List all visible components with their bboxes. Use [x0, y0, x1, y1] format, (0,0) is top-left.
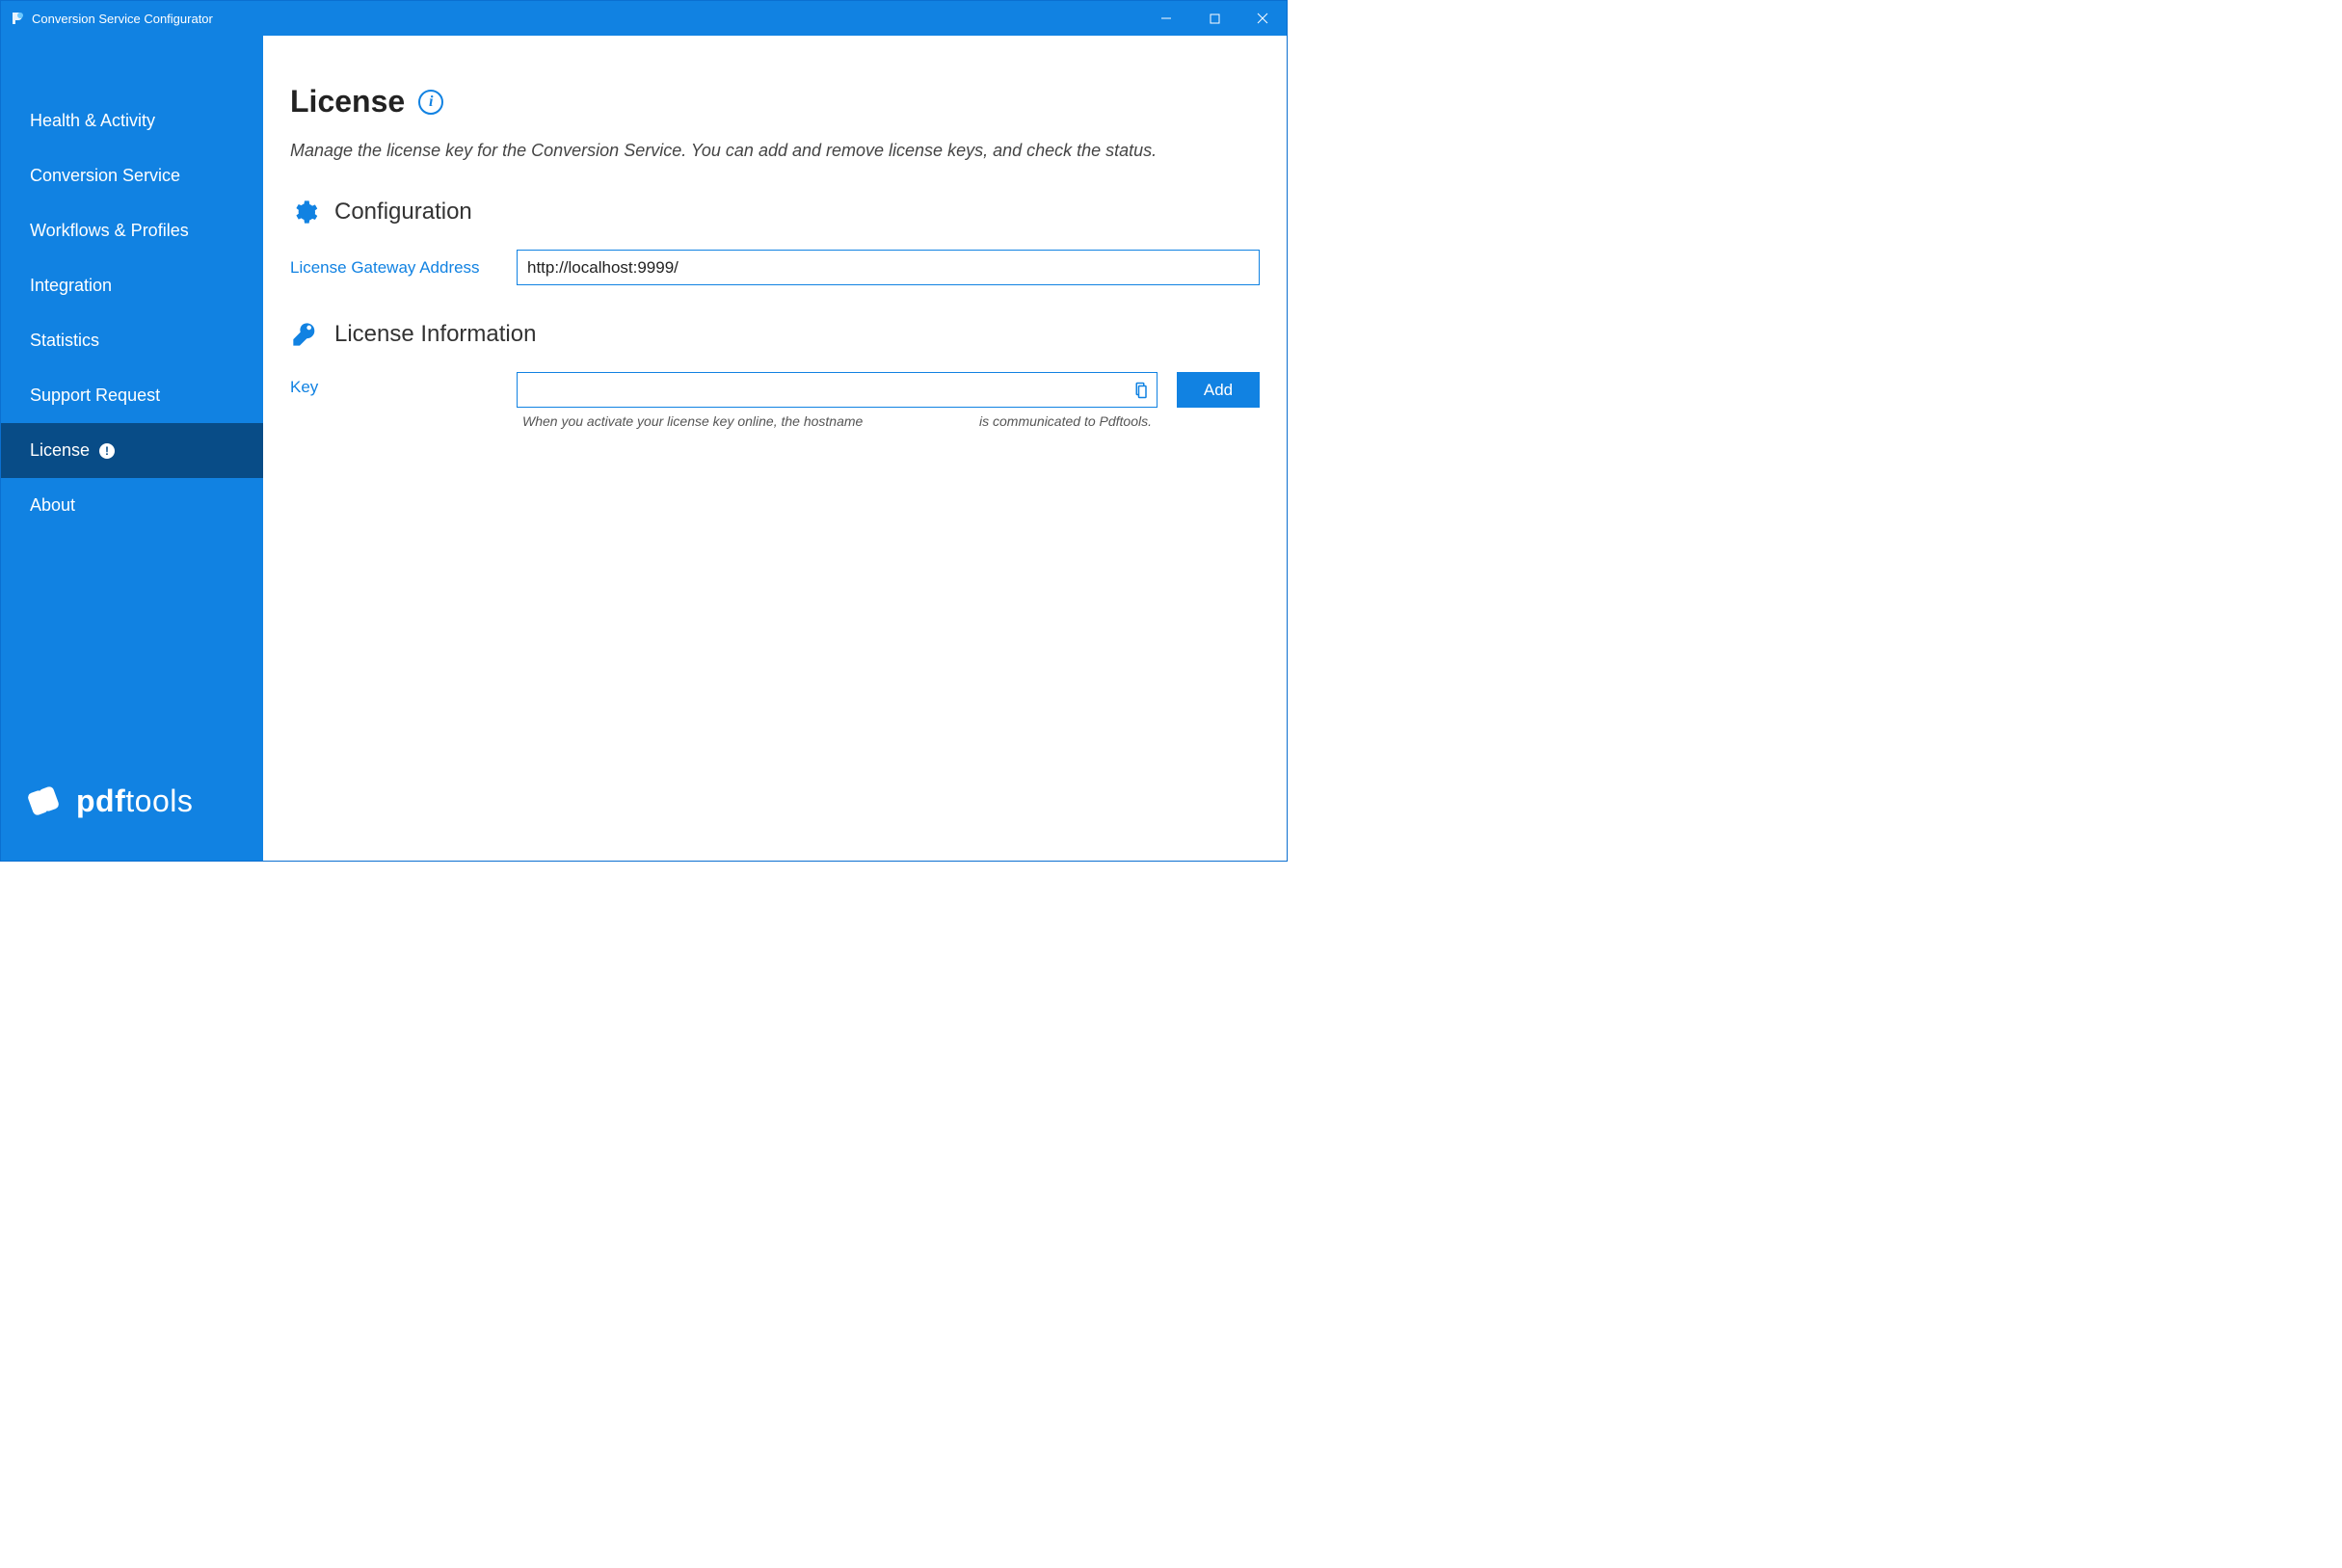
brand-logo-text: pdftools — [76, 784, 193, 819]
license-key-hint-right: is communicated to Pdftools. — [979, 413, 1152, 429]
sidebar-item-label: Integration — [30, 276, 112, 296]
sidebar-item-conversion-service[interactable]: Conversion Service — [1, 148, 263, 203]
sidebar-item-license[interactable]: License ! — [1, 423, 263, 478]
brand-logo: pdftools — [1, 780, 263, 861]
minimize-button[interactable] — [1142, 1, 1190, 36]
sidebar-item-label: Workflows & Profiles — [30, 221, 189, 241]
sidebar: Health & Activity Conversion Service Wor… — [1, 36, 263, 861]
window-title: Conversion Service Configurator — [32, 12, 1142, 26]
page-title: License — [290, 84, 405, 120]
license-key-input[interactable] — [517, 372, 1158, 408]
alert-badge-icon: ! — [99, 443, 115, 459]
maximize-button[interactable] — [1190, 1, 1238, 36]
close-button[interactable] — [1238, 1, 1287, 36]
gateway-address-label: License Gateway Address — [290, 258, 497, 278]
main-content: License i Manage the license key for the… — [263, 36, 1287, 861]
add-button[interactable]: Add — [1177, 372, 1260, 408]
license-information-section-title: License Information — [334, 321, 536, 348]
info-icon[interactable]: i — [418, 90, 443, 115]
titlebar: Conversion Service Configurator — [1, 1, 1287, 36]
app-icon — [9, 10, 26, 27]
configuration-section-title: Configuration — [334, 199, 472, 226]
page-description: Manage the license key for the Conversio… — [290, 141, 1260, 161]
paste-icon[interactable] — [1131, 381, 1150, 400]
sidebar-item-label: Support Request — [30, 385, 160, 406]
sidebar-item-integration[interactable]: Integration — [1, 258, 263, 313]
gateway-address-input[interactable] — [517, 250, 1260, 285]
sidebar-item-label: Statistics — [30, 331, 99, 351]
sidebar-item-workflows-profiles[interactable]: Workflows & Profiles — [1, 203, 263, 258]
gear-icon — [290, 198, 319, 226]
sidebar-item-health-activity[interactable]: Health & Activity — [1, 93, 263, 148]
sidebar-item-label: Health & Activity — [30, 111, 155, 131]
key-label: Key — [290, 372, 497, 397]
sidebar-item-statistics[interactable]: Statistics — [1, 313, 263, 368]
sidebar-item-label: License — [30, 440, 90, 461]
license-key-hint: When you activate your license key onlin… — [517, 408, 1158, 429]
sidebar-item-support-request[interactable]: Support Request — [1, 368, 263, 423]
sidebar-item-about[interactable]: About — [1, 478, 263, 533]
sidebar-item-label: About — [30, 495, 75, 516]
pdftools-logo-icon — [22, 780, 65, 822]
key-icon — [290, 320, 319, 349]
license-key-hint-left: When you activate your license key onlin… — [522, 413, 863, 429]
sidebar-item-label: Conversion Service — [30, 166, 180, 186]
